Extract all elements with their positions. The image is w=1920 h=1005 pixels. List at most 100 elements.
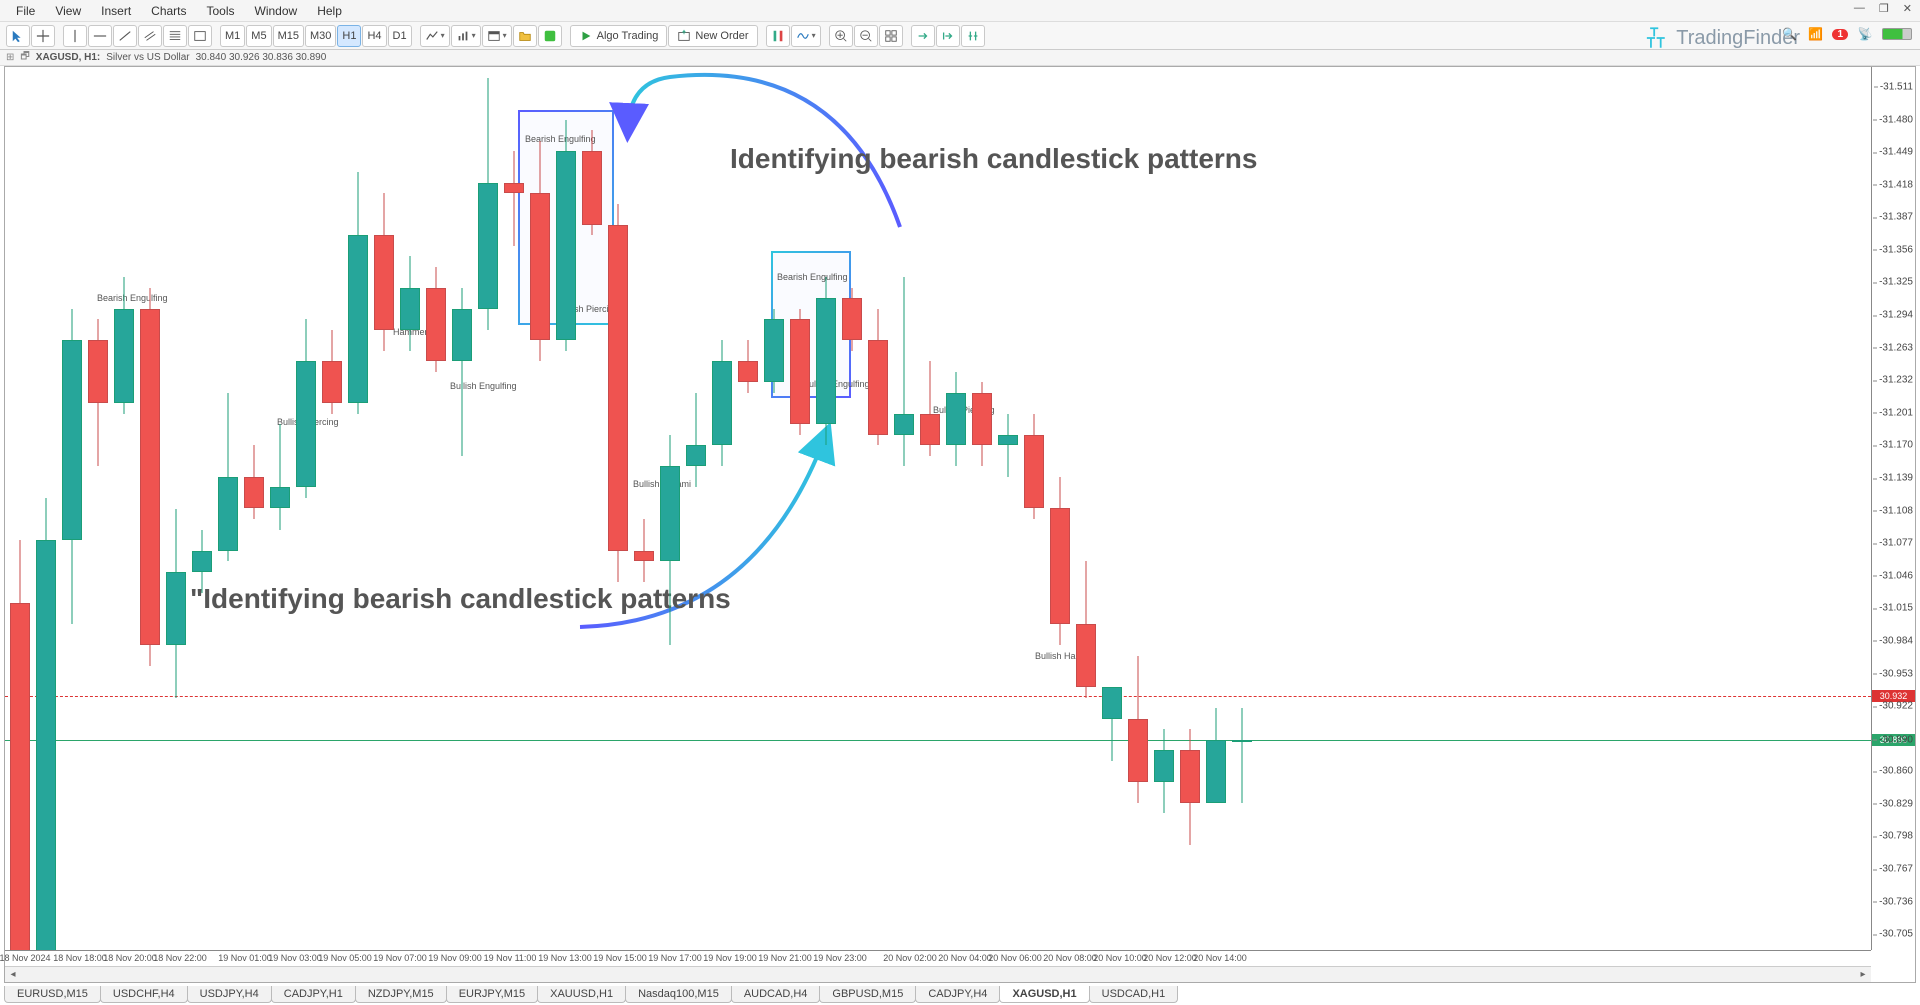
network-icon[interactable]: 📶: [1806, 25, 1824, 43]
candle: [894, 277, 914, 466]
chart-tab[interactable]: XAUUSD,H1: [537, 986, 626, 1003]
candle: [452, 288, 472, 456]
tf-m30[interactable]: M30: [305, 25, 336, 47]
candle: [764, 309, 784, 393]
chart-restore-icon[interactable]: 🗗: [20, 49, 29, 66]
chart-tab[interactable]: EURJPY,M15: [446, 986, 538, 1003]
menu-window[interactable]: Window: [245, 2, 308, 20]
y-tick: -31.108: [1879, 505, 1913, 516]
chart-tab[interactable]: XAGUSD,H1: [999, 986, 1089, 1003]
y-tick: -31.015: [1879, 603, 1913, 614]
scroll-left-icon[interactable]: ◂: [5, 967, 21, 982]
tf-d1[interactable]: D1: [388, 25, 412, 47]
shift-end-button[interactable]: [911, 25, 935, 47]
x-tick: 19 Nov 17:00: [648, 953, 702, 963]
menu-file[interactable]: File: [6, 2, 45, 20]
ask-price-line: [5, 696, 1871, 697]
menu-charts[interactable]: Charts: [141, 2, 196, 20]
x-tick: 18 Nov 2024: [0, 953, 51, 963]
new-order-label: New Order: [695, 30, 748, 42]
notification-badge[interactable]: 1: [1832, 29, 1848, 40]
menu-help[interactable]: Help: [307, 2, 352, 20]
tf-m1[interactable]: M1: [220, 25, 245, 47]
menu-tools[interactable]: Tools: [197, 2, 245, 20]
x-tick: 19 Nov 09:00: [428, 953, 482, 963]
menu-bar: File View Insert Charts Tools Window Hel…: [0, 0, 1920, 22]
chart-type-dropdown[interactable]: ▾: [420, 25, 450, 47]
x-tick: 20 Nov 10:00: [1093, 953, 1147, 963]
chart-tab[interactable]: USDJPY,H4: [187, 986, 272, 1003]
chart-tab[interactable]: GBPUSD,M15: [819, 986, 916, 1003]
layout-grid-button[interactable]: [879, 25, 903, 47]
chart-tab[interactable]: USDCHF,H4: [100, 986, 188, 1003]
depth-button[interactable]: [766, 25, 790, 47]
x-tick: 19 Nov 01:00: [218, 953, 272, 963]
vertical-line-tool[interactable]: [63, 25, 87, 47]
horizontal-line-tool[interactable]: [88, 25, 112, 47]
y-tick: -30.860: [1879, 766, 1913, 777]
candle: [1076, 561, 1096, 698]
cursor-tool[interactable]: [6, 25, 30, 47]
chart-tab[interactable]: CADJPY,H4: [915, 986, 1000, 1003]
template-dropdown[interactable]: ▾: [482, 25, 512, 47]
tf-h1[interactable]: H1: [337, 25, 361, 47]
bid-price-line: [5, 740, 1871, 741]
signal-icon[interactable]: 📡: [1856, 25, 1874, 43]
chart-tab[interactable]: USDCAD,H1: [1089, 986, 1179, 1003]
pattern-label: Bearish Engulfing: [777, 272, 848, 282]
candle: [218, 393, 238, 561]
tf-h4[interactable]: H4: [362, 25, 386, 47]
chart-plot-area[interactable]: Identifying bearish candlestick patterns…: [5, 67, 1871, 950]
window-max-button[interactable]: ❐: [1875, 2, 1893, 15]
indicator-dropdown[interactable]: ▾: [451, 25, 481, 47]
candle: [790, 309, 810, 435]
x-tick: 20 Nov 02:00: [883, 953, 937, 963]
candle: [88, 319, 108, 466]
zoom-out-button[interactable]: [854, 25, 878, 47]
scroll-right-icon[interactable]: ▸: [1855, 967, 1871, 982]
indicator-add-dropdown[interactable]: ▾: [791, 25, 821, 47]
candle: [556, 120, 576, 351]
open-folder-button[interactable]: [513, 25, 537, 47]
ide-button[interactable]: [538, 25, 562, 47]
algo-trading-label: Algo Trading: [597, 30, 659, 42]
annotation-top: Identifying bearish candlestick patterns: [730, 143, 1257, 175]
fib-tool[interactable]: [163, 25, 187, 47]
channel-tool[interactable]: [138, 25, 162, 47]
zoom-in-button[interactable]: [829, 25, 853, 47]
chart-tab[interactable]: NZDJPY,M15: [355, 986, 447, 1003]
x-tick: 19 Nov 11:00: [484, 953, 537, 963]
menu-view[interactable]: View: [45, 2, 91, 20]
x-tick: 19 Nov 05:00: [318, 953, 372, 963]
menu-insert[interactable]: Insert: [91, 2, 141, 20]
autoscroll-button[interactable]: [936, 25, 960, 47]
candle: [114, 277, 134, 414]
search-icon[interactable]: 🔍: [1780, 25, 1798, 43]
rect-tool[interactable]: [188, 25, 212, 47]
chart-close-icon[interactable]: ⊞: [6, 52, 14, 63]
chart-tab[interactable]: EURUSD,M15: [4, 986, 101, 1003]
chart-tab[interactable]: Nasdaq100,M15: [625, 986, 732, 1003]
chart-scrollbar[interactable]: ◂ ▸: [5, 966, 1871, 982]
tf-m5[interactable]: M5: [246, 25, 271, 47]
y-tick: -31.511: [1880, 81, 1913, 92]
y-tick: -31.356: [1879, 244, 1913, 255]
new-order-button[interactable]: New Order: [668, 25, 757, 47]
candle: [842, 288, 862, 351]
trendline-tool[interactable]: [113, 25, 137, 47]
chart-tab[interactable]: AUDCAD,H4: [731, 986, 821, 1003]
y-tick: -31.263: [1879, 342, 1913, 353]
algo-trading-button[interactable]: Algo Trading: [570, 25, 668, 47]
chart-tab[interactable]: CADJPY,H1: [271, 986, 356, 1003]
shift-button[interactable]: [961, 25, 985, 47]
candle: [530, 141, 550, 362]
chart-container: Identifying bearish candlestick patterns…: [4, 66, 1916, 983]
crosshair-tool[interactable]: [31, 25, 55, 47]
candle: [374, 193, 394, 351]
window-close-button[interactable]: ✕: [1899, 2, 1916, 15]
tf-m15[interactable]: M15: [273, 25, 304, 47]
candle: [140, 288, 160, 666]
y-tick: -30.890: [1879, 734, 1913, 745]
window-min-button[interactable]: —: [1850, 2, 1869, 15]
candle: [1102, 687, 1122, 761]
